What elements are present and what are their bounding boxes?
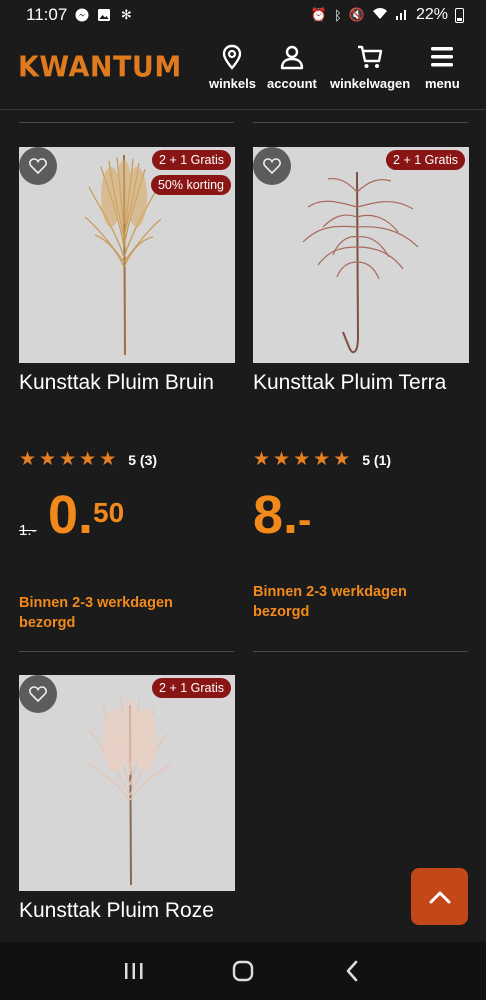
- star-icon: ★: [19, 449, 37, 470]
- site-header: KWANTUM winkels account winkelwagen menu: [0, 30, 486, 110]
- recent-apps-icon: [125, 963, 143, 979]
- product-rating: ★ ★ ★ ★ ★ 5 (3): [19, 450, 157, 469]
- row-divider: [19, 651, 234, 652]
- row-divider: [19, 122, 234, 123]
- price-whole: 8.: [253, 485, 299, 545]
- product-rating: ★ ★ ★ ★ ★ 5 (1): [253, 450, 391, 469]
- row-divider: [253, 651, 468, 652]
- nav-account[interactable]: account: [267, 44, 317, 91]
- star-icon: ★: [253, 449, 271, 470]
- star-icon: ★: [59, 449, 77, 470]
- nav-label-winkels: winkels: [209, 76, 256, 91]
- star-icon: ★: [313, 449, 331, 470]
- user-icon: [280, 45, 304, 70]
- product-title[interactable]: Kunsttak Pluim Bruin: [19, 371, 235, 395]
- status-bar: 11:07 ✻ ⏰ ᛒ 🔇 22%: [0, 0, 486, 30]
- cart-icon: [358, 45, 383, 68]
- product-card[interactable]: 2 + 1 Gratis 50% korting Kunsttak Pluim …: [19, 147, 235, 395]
- wifi-icon: [372, 7, 388, 23]
- price-whole: 0.: [48, 485, 94, 545]
- product-image[interactable]: 2 + 1 Gratis: [253, 147, 469, 363]
- recent-apps-button[interactable]: [114, 951, 154, 991]
- star-icon: ★: [39, 449, 57, 470]
- delivery-info: Binnen 2-3 werkdagen bezorgd: [19, 595, 173, 631]
- promo-badge: 2 + 1 Gratis: [152, 678, 231, 698]
- product-image[interactable]: 2 + 1 Gratis 50% korting: [19, 147, 235, 363]
- mute-icon: 🔇: [348, 7, 365, 22]
- messenger-icon: [75, 8, 89, 22]
- price-cents: 50: [93, 497, 125, 528]
- back-icon: [346, 960, 357, 982]
- promo-badge: 2 + 1 Gratis: [386, 150, 465, 170]
- product-card[interactable]: 2 + 1 Gratis Kunsttak Pluim Roze: [19, 675, 235, 923]
- star-icon: ★: [79, 449, 97, 470]
- old-price: 1.-: [19, 522, 37, 539]
- gallery-icon: [97, 8, 111, 22]
- star-icon: ★: [99, 449, 117, 470]
- back-button[interactable]: [332, 951, 372, 991]
- bluetooth-icon: ᛒ: [333, 7, 342, 23]
- location-pin-icon: [223, 44, 242, 70]
- system-navigation-bar: [0, 942, 486, 1000]
- product-image[interactable]: 2 + 1 Gratis: [19, 675, 235, 891]
- product-price: 8.-: [253, 485, 311, 550]
- battery-icon: [455, 7, 464, 23]
- scroll-to-top-button[interactable]: [411, 868, 468, 925]
- wishlist-heart-icon[interactable]: [253, 147, 291, 185]
- alarm-icon: ⏰: [310, 7, 327, 22]
- rating-text: 5 (1): [362, 451, 392, 468]
- wishlist-heart-icon[interactable]: [19, 147, 57, 185]
- promo-badge: 2 + 1 Gratis: [152, 150, 231, 170]
- kwantum-logo[interactable]: KWANTUM: [18, 51, 182, 84]
- nav-winkels[interactable]: winkels: [209, 44, 256, 91]
- product-price: 0.50: [48, 485, 124, 545]
- chevron-up-icon: [429, 891, 450, 903]
- wishlist-heart-icon[interactable]: [19, 675, 57, 713]
- row-divider: [253, 122, 468, 123]
- product-card[interactable]: 2 + 1 Gratis Kunsttak Pluim Terra: [253, 147, 469, 395]
- price-cents: -: [298, 498, 312, 542]
- product-title[interactable]: Kunsttak Pluim Roze: [19, 899, 235, 923]
- home-button[interactable]: [223, 951, 263, 991]
- nav-menu[interactable]: menu: [425, 44, 460, 91]
- nav-label-winkelwagen: winkelwagen: [330, 76, 411, 91]
- status-time: 11:07: [26, 5, 68, 24]
- home-icon: [232, 960, 254, 982]
- nav-label-account: account: [267, 76, 317, 91]
- delivery-info: Binnen 2-3 werkdagen bezorgd: [253, 584, 407, 620]
- star-icon: ★: [273, 449, 291, 470]
- fan-icon: ✻: [120, 7, 132, 22]
- battery-percent: 22%: [415, 6, 448, 23]
- signal-icon: [395, 7, 409, 23]
- rating-text: 5 (3): [128, 451, 158, 468]
- product-title[interactable]: Kunsttak Pluim Terra: [253, 371, 469, 395]
- star-icon: ★: [333, 449, 351, 470]
- discount-badge: 50% korting: [150, 175, 231, 195]
- nav-winkelwagen[interactable]: winkelwagen: [330, 44, 410, 91]
- star-icon: ★: [293, 449, 311, 470]
- nav-label-menu: menu: [425, 76, 460, 91]
- hamburger-menu-icon: [431, 47, 454, 67]
